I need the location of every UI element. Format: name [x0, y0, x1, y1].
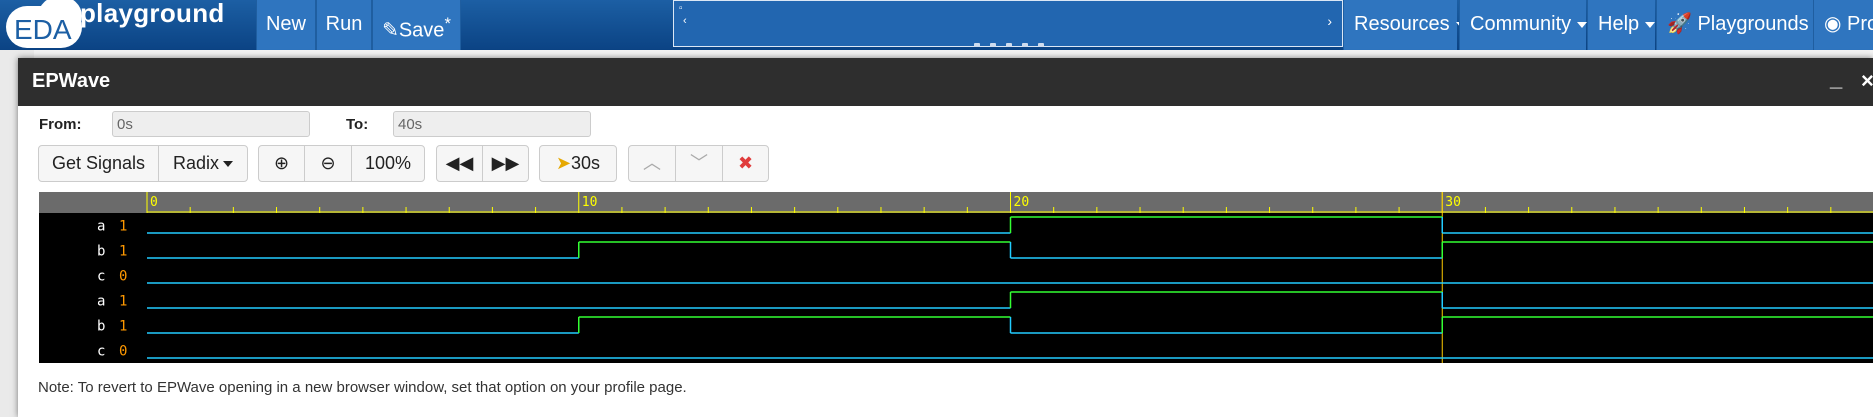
ruler-tick-label: 30	[1445, 195, 1461, 210]
zoom-in-button[interactable]: ⊕	[258, 145, 305, 182]
chevron-down-icon: ﹀	[690, 153, 708, 173]
to-input[interactable]: 40s	[393, 111, 591, 137]
time-ruler[interactable]	[39, 192, 1873, 213]
waveform-background	[39, 192, 1873, 363]
ruler-tick-label: 10	[582, 195, 598, 210]
fast-backward-icon: ◀◀	[445, 153, 474, 173]
zoom-in-icon: ⊕	[273, 153, 290, 173]
from-label: From:	[39, 116, 82, 133]
chevron-up-icon: ︿	[643, 153, 661, 173]
eda-playground-logo[interactable]: EDA playground	[0, 0, 250, 50]
save-label: Save	[398, 19, 445, 42]
promo-carousel[interactable]: ▫ ‹ ›	[673, 0, 1343, 47]
remove-signal-button[interactable]: ✖	[722, 145, 769, 182]
waveform-viewer[interactable]: 0 10 20 30a 1b 1c 0a 1b 1c 0	[39, 192, 1873, 363]
scroll-back-button[interactable]: ◀◀	[436, 145, 483, 182]
menu-community[interactable]: Community	[1459, 0, 1588, 50]
radix-dropdown[interactable]: Radix	[158, 145, 248, 182]
carousel-dot[interactable]	[990, 43, 996, 47]
zoom-level-button[interactable]: 100%	[351, 145, 425, 182]
chevron-down-icon	[223, 161, 234, 168]
ruler-tick-label: 20	[1014, 195, 1030, 210]
broken-image-icon: ▫	[679, 3, 683, 14]
top-navbar: EDA playground New Run ✎Save* ▫ ‹ › Reso…	[0, 0, 1873, 50]
menu-playgrounds[interactable]: 🚀 Playgrounds	[1656, 0, 1825, 50]
signal-value: 1	[119, 294, 127, 310]
carousel-indicators[interactable]	[974, 34, 1054, 52]
carousel-dot[interactable]	[1038, 43, 1044, 47]
pencil-icon: ✎	[382, 19, 399, 42]
epwave-dialog: EPWave _ × From: 0s To: 40s Get Signals …	[18, 58, 1873, 417]
new-button[interactable]: New	[256, 0, 316, 50]
from-input[interactable]: 0s	[112, 111, 310, 137]
menu-profile-label: Pro	[1847, 13, 1873, 35]
unsaved-star: *	[444, 14, 451, 33]
menu-community-label: Community	[1470, 13, 1572, 35]
ruler-corner	[39, 192, 147, 213]
carousel-dot[interactable]	[1022, 43, 1028, 47]
logo-playground-text: playground	[80, 0, 225, 28]
carousel-prev-icon[interactable]: ‹	[683, 15, 687, 27]
remove-icon: ✖	[737, 153, 754, 173]
epwave-titlebar[interactable]: EPWave _ ×	[18, 58, 1873, 106]
close-icon[interactable]: ×	[1861, 68, 1873, 94]
menu-playgrounds-label: Playgrounds	[1697, 13, 1809, 35]
carousel-dot[interactable]	[974, 43, 980, 47]
menu-resources-label: Resources	[1354, 13, 1450, 35]
user-circle-icon: ◉	[1824, 13, 1842, 35]
scroll-forward-button[interactable]: ▶▶	[482, 145, 529, 182]
signal-value: 1	[119, 319, 127, 335]
zoom-out-icon: ⊖	[320, 153, 336, 173]
signal-value: 0	[119, 344, 127, 360]
fast-forward-icon: ▶▶	[491, 153, 520, 173]
radix-label: Radix	[172, 153, 220, 173]
menu-profile[interactable]: ◉ Pro	[1813, 0, 1873, 50]
ruler-tick-label: 0	[150, 195, 158, 210]
run-button[interactable]: Run	[316, 0, 372, 50]
carousel-next-icon[interactable]: ›	[1327, 13, 1332, 29]
revert-note: Note: To revert to EPWave opening in a n…	[38, 379, 687, 396]
save-button[interactable]: ✎Save*	[372, 0, 461, 50]
menu-help-label: Help	[1598, 13, 1640, 35]
goto-cursor-button[interactable]: ➤30s	[539, 145, 617, 182]
chevron-down-icon	[1645, 21, 1656, 28]
signal-value: 1	[119, 219, 127, 235]
signal-name[interactable]: a	[97, 219, 105, 235]
get-signals-button[interactable]: Get Signals	[38, 145, 159, 182]
move-signal-down-button[interactable]: ﹀	[675, 145, 723, 182]
cursor-time: 30s	[571, 153, 601, 173]
minimize-icon[interactable]: _	[1830, 66, 1842, 92]
dialog-title: EPWave	[32, 70, 111, 92]
signal-name[interactable]: b	[97, 244, 105, 260]
signal-name[interactable]: c	[97, 344, 105, 360]
menu-help[interactable]: Help	[1587, 0, 1656, 50]
logo-eda-text: EDA	[14, 14, 72, 45]
signal-name[interactable]: b	[97, 319, 105, 335]
to-label: To:	[346, 116, 369, 133]
signal-value: 0	[119, 269, 127, 285]
signal-name[interactable]: c	[97, 269, 105, 285]
move-signal-up-button[interactable]: ︿	[628, 145, 676, 182]
signal-value: 1	[119, 244, 127, 260]
zoom-out-button[interactable]: ⊖	[304, 145, 352, 182]
signal-name[interactable]: a	[97, 294, 105, 310]
menu-resources[interactable]: Resources	[1343, 0, 1466, 50]
carousel-dot[interactable]	[1006, 43, 1012, 47]
location-arrow-icon: ➤	[555, 153, 572, 173]
chevron-down-icon	[1577, 21, 1588, 28]
rocket-icon: 🚀	[1667, 13, 1692, 35]
